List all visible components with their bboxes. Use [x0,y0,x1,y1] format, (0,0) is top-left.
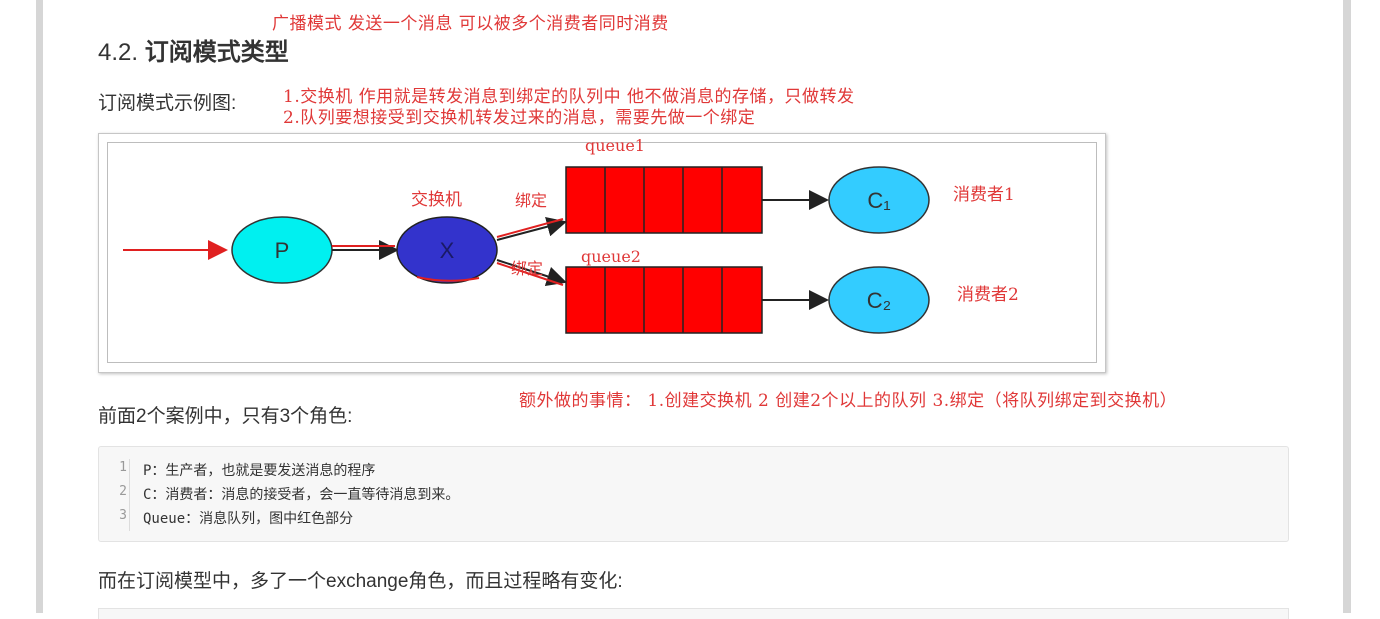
line-number: 3 [119,508,127,523]
code-block[interactable]: 1 P：生产者，也就是要发送消息的程序 2 C：消费者：消息的接受者，会一直等待… [98,446,1289,542]
exchange-to-queue1-arrow [496,216,567,241]
bind1-annotation: 绑定 [515,191,547,210]
code-line: 3 Queue：消息队列，图中红色部分 [99,506,1288,530]
next-code-block [98,608,1289,619]
section-number: 4.2. [98,39,139,66]
consumer2-annotation: 消费者2 [957,285,1019,305]
left-scroll-border [36,0,43,613]
consumer1-label: C₁ [867,188,890,213]
diagram-svg: P X C₁ C₂ queue1 queue2 交换机 绑定 绑定 消费者1 消… [123,136,1019,334]
producer-label: P [275,238,290,263]
bind1-red-line [496,218,564,238]
annotation-broadcast: 广播模式 发送一个消息 可以被多个消费者同时消费 [272,14,669,34]
queue2 [565,266,763,334]
subscribe-diagram: P X C₁ C₂ queue1 queue2 交换机 绑定 绑定 消费者1 消… [98,133,1106,373]
line-number: 2 [119,484,127,499]
annotation-note2: 2.队列要想接受到交换机转发过来的消息，需要先做一个绑定 [283,108,756,128]
para-change: 而在订阅模型中，多了一个exchange角色，而且过程略有变化: [98,571,623,592]
queue1 [565,166,763,234]
para-example: 订阅模式示例图: [98,93,237,114]
exchange-label: X [440,238,455,263]
right-scroll-border [1343,0,1351,613]
code-line: 1 P：生产者，也就是要发送消息的程序 [99,458,1288,482]
code-text: Queue：消息队列，图中红色部分 [143,511,354,527]
consumer2-label: C₂ [867,288,891,313]
annotation-extra: 额外做的事情： 1.创建交换机 2 创建2个以上的队列 3.绑定（将队列绑定到交… [519,391,1178,411]
code-text: P：生产者，也就是要发送消息的程序 [143,463,376,479]
queue2-label: queue2 [581,247,641,266]
para-roles: 前面2个案例中，只有3个角色: [98,406,353,427]
bind2-annotation: 绑定 [511,259,543,278]
line-number: 1 [119,460,127,475]
queue1-label: queue1 [585,136,645,155]
consumer1-annotation: 消费者1 [953,185,1015,205]
code-line: 2 C：消费者：消息的接受者，会一直等待消息到来。 [99,482,1288,506]
exchange-annotation: 交换机 [411,190,462,210]
code-text: C：消费者：消息的接受者，会一直等待消息到来。 [143,487,460,503]
section-heading: 4.2. 订阅模式类型 [98,32,289,67]
section-title: 订阅模式类型 [144,39,289,66]
